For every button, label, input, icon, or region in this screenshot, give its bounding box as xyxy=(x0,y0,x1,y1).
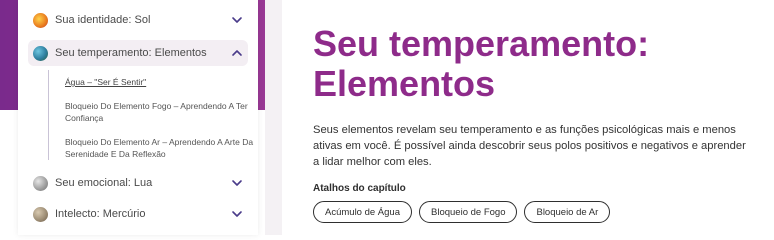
sidebar-item-label: Sua identidade: Sol xyxy=(55,14,151,26)
sidebar-item-label: Seu emocional: Lua xyxy=(55,177,153,189)
chevron-down-icon[interactable] xyxy=(230,207,244,221)
subsection-link-ar[interactable]: Bloqueio Do Elemento Ar – Aprendendo A A… xyxy=(65,136,261,160)
divider-shade xyxy=(265,0,282,235)
chapter-subsections: Água – "Ser É Sentir" Bloqueio Do Elemen… xyxy=(48,70,265,160)
sidebar-item-identidade[interactable]: Sua identidade: Sol xyxy=(28,7,248,33)
sun-icon xyxy=(33,12,48,28)
shortcut-chips: Acúmulo de Água Bloqueio de Fogo Bloquei… xyxy=(313,201,611,223)
subsection-link-fogo[interactable]: Bloqueio Do Elemento Fogo – Aprendendo A… xyxy=(65,100,261,124)
sidebar: Sua identidade: Sol Seu temperamento: El… xyxy=(18,0,258,235)
shortcut-chip-agua[interactable]: Acúmulo de Água xyxy=(313,201,412,223)
chevron-down-icon[interactable] xyxy=(230,13,244,27)
earth-icon xyxy=(33,45,48,61)
sidebar-item-label: Seu temperamento: Elementos xyxy=(55,47,207,59)
sidebar-item-intelecto[interactable]: Intelecto: Mercúrio xyxy=(28,201,248,227)
sidebar-item-label: Intelecto: Mercúrio xyxy=(55,208,146,220)
sidebar-item-emocional[interactable]: Seu emocional: Lua xyxy=(28,170,248,196)
subsection-link-agua[interactable]: Água – "Ser É Sentir" xyxy=(65,76,261,88)
chevron-down-icon[interactable] xyxy=(230,176,244,190)
chevron-up-icon[interactable] xyxy=(230,46,244,60)
sidebar-item-temperamento[interactable]: Seu temperamento: Elementos xyxy=(28,40,248,66)
chapter-description: Seus elementos revelam seu temperamento … xyxy=(313,124,746,168)
shortcut-chip-fogo[interactable]: Bloqueio de Fogo xyxy=(419,201,518,223)
shortcut-chip-ar[interactable]: Bloqueio de Ar xyxy=(524,201,611,223)
moon-icon xyxy=(33,175,48,191)
page-title: Seu temperamento: Elementos xyxy=(313,23,650,104)
shortcuts-heading: Atalhos do capítulo xyxy=(313,183,406,194)
mercury-icon xyxy=(33,206,48,222)
